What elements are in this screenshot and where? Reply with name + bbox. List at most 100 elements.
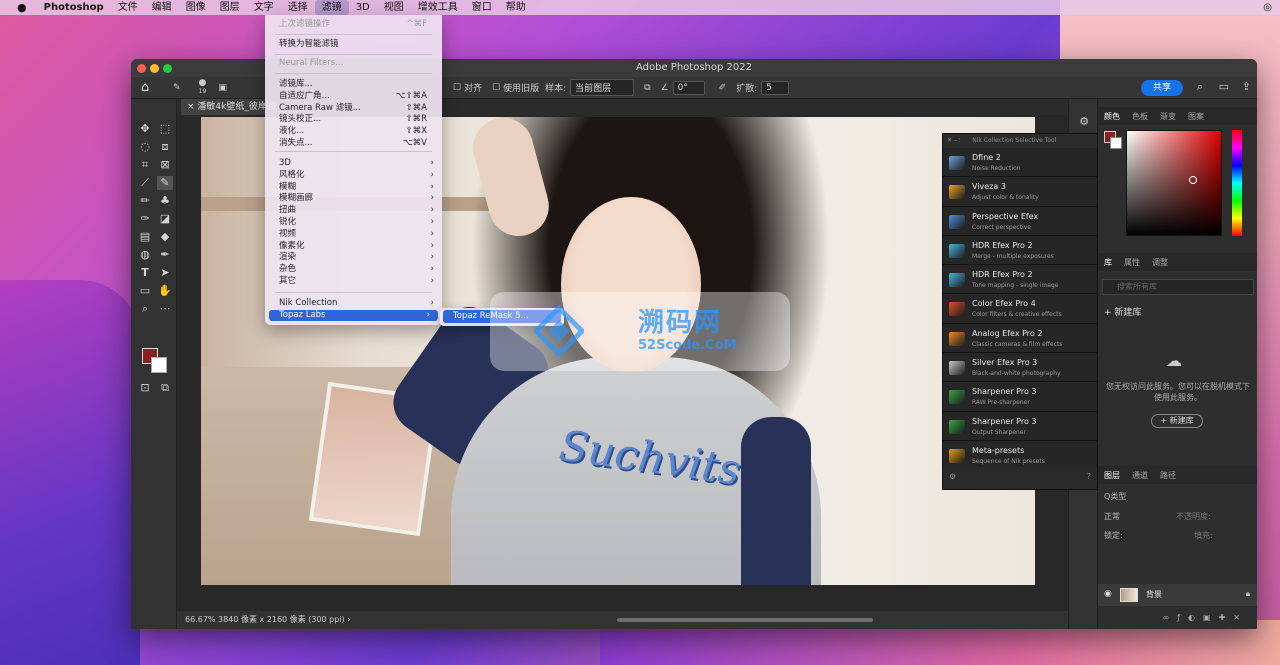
menu-item-submenu[interactable]: 扭曲 › xyxy=(265,205,442,216)
layers-footer-icons[interactable]: ∞ƒ◐▣✚✕ xyxy=(1098,613,1257,627)
crop-tool-icon[interactable]: ⌗ xyxy=(137,158,153,172)
menu-item-topaz-labs[interactable]: Topaz Labs › xyxy=(269,310,438,321)
tab-layers[interactable]: 图层 xyxy=(1098,470,1126,481)
zoom-window-button[interactable] xyxy=(163,64,172,73)
more-tools-icon[interactable]: ⋯ xyxy=(157,302,173,316)
menu-item-filter[interactable]: 自适应广角... ⌥⇧⌘A xyxy=(265,91,442,102)
menu-edit[interactable]: 编辑 xyxy=(145,0,179,15)
share-button[interactable]: 共享 xyxy=(1141,80,1183,96)
menu-item-submenu[interactable]: 渲染 › xyxy=(265,252,442,263)
menu-item-submenu[interactable]: 杂色 › xyxy=(265,264,442,275)
menu-item-submenu[interactable]: 模糊画廊 › xyxy=(265,193,442,204)
menu-item-nik-collection[interactable]: Nik Collection › xyxy=(265,298,442,309)
menu-item-filter[interactable]: 液化... ⇧⌘X xyxy=(265,126,442,137)
home-icon[interactable]: ⌂ xyxy=(141,80,161,95)
history-brush-icon[interactable]: ✑ xyxy=(137,212,153,226)
nik-tool-item[interactable]: Analog Efex Pro 2 Classic cameras & film … xyxy=(943,323,1097,354)
menu-item-convert-smart-filter[interactable]: 转换为智能滤镜 xyxy=(265,39,442,50)
layer-filter-select[interactable]: Q类型 xyxy=(1104,491,1126,502)
path-select-tool-icon[interactable]: ➤ xyxy=(157,266,173,280)
color-picker-cursor[interactable] xyxy=(1189,176,1197,184)
frame-tool-icon[interactable]: ⊠ xyxy=(157,158,173,172)
tab-properties[interactable]: 属性 xyxy=(1118,257,1146,268)
menu-plugins[interactable]: 增效工具 xyxy=(411,0,465,15)
zoom-tool-icon[interactable]: ⌕ xyxy=(137,302,153,316)
search-icon[interactable]: ⌕ xyxy=(1197,80,1203,94)
menu-layer[interactable]: 图层 xyxy=(213,0,247,15)
nik-settings-icon[interactable]: ⚙ xyxy=(949,472,956,481)
nik-tool-item[interactable]: Sharpener Pro 3 RAW Pre-sharpener xyxy=(943,382,1097,412)
menu-file[interactable]: 文件 xyxy=(111,0,145,15)
move-tool-icon[interactable]: ✥ xyxy=(137,122,153,136)
use-legacy-checkbox[interactable]: ☐ xyxy=(492,83,500,93)
menu-3d[interactable]: 3D xyxy=(349,0,377,15)
menu-item-submenu[interactable]: 锐化 › xyxy=(265,217,442,228)
align-checkbox[interactable]: ☐ xyxy=(453,83,461,93)
nik-tool-item[interactable]: HDR Efex Pro 2 Tone mapping - single imag… xyxy=(943,265,1097,295)
angle-input[interactable]: 0° xyxy=(672,80,705,95)
nik-panel-controls[interactable]: ✕ – ⫶ xyxy=(947,137,960,144)
menu-item-submenu[interactable]: 模糊 › xyxy=(265,182,442,193)
menu-item-filter[interactable]: 镜头校正... ⇧⌘R xyxy=(265,114,442,125)
layer-row[interactable]: ◉ 背景 🔒︎ xyxy=(1098,584,1257,606)
pen-tool-icon[interactable]: ✒ xyxy=(157,248,173,262)
menu-item-filter[interactable]: 消失点... ⌥⌘V xyxy=(265,138,442,149)
tab-swatches[interactable]: 色板 xyxy=(1126,111,1154,122)
tab-channels[interactable]: 通道 xyxy=(1126,470,1154,481)
sample-select[interactable]: 当前图层 xyxy=(570,79,635,96)
brush-preset-picker[interactable]: ● 19 xyxy=(199,79,207,96)
menu-item-filter[interactable]: Camera Raw 滤镜... ⇧⌘A xyxy=(265,103,442,114)
apple-icon[interactable]: ● xyxy=(10,0,37,15)
new-library-button[interactable]: + 新建库 xyxy=(1151,414,1203,428)
menu-window[interactable]: 窗口 xyxy=(465,0,499,15)
pressure-icon[interactable]: ✐ xyxy=(719,83,727,93)
menu-type[interactable]: 文字 xyxy=(247,0,281,15)
menu-item-submenu[interactable]: 风格化 › xyxy=(265,170,442,181)
tab-patterns[interactable]: 图案 xyxy=(1182,111,1210,122)
nik-tool-item[interactable]: Color Efex Pro 4 Color filters & creative… xyxy=(943,294,1097,324)
tab-adjustments[interactable]: 调整 xyxy=(1146,257,1174,268)
nik-tool-item[interactable]: Perspective Efex Correct perspective xyxy=(943,206,1097,236)
healing-tool-icon[interactable]: ✎ xyxy=(157,176,173,190)
color-picker-field[interactable] xyxy=(1126,130,1222,236)
menu-select[interactable]: 选择 xyxy=(281,0,315,15)
menu-item-submenu[interactable]: 其它 › xyxy=(265,276,442,287)
tab-libraries[interactable]: 库 xyxy=(1098,257,1118,268)
object-select-tool-icon[interactable]: ⧈ xyxy=(157,140,173,154)
nik-tool-item[interactable]: Silver Efex Pro 3 Black-and-white photogr… xyxy=(943,353,1097,383)
hue-slider[interactable] xyxy=(1232,130,1242,236)
menu-view[interactable]: 视图 xyxy=(377,0,411,15)
nik-tool-item[interactable]: Meta-presets Sequence of Nik presets xyxy=(943,440,1097,471)
close-tab-icon[interactable]: × xyxy=(187,102,195,112)
nik-tool-item[interactable]: Dfine 2 Noise Reduction xyxy=(943,148,1097,178)
workspace-icon[interactable]: ▭ xyxy=(1219,80,1229,93)
menu-item-neural-filters[interactable]: Neural Filters... xyxy=(265,58,442,69)
minimize-window-button[interactable] xyxy=(150,64,159,73)
stamp-tool-icon[interactable]: ♣ xyxy=(157,194,173,208)
nik-tool-item[interactable]: Viveza 3 Adjust color & tonality xyxy=(943,177,1097,207)
brush-settings-icon[interactable]: ▣ xyxy=(218,83,227,93)
menu-image[interactable]: 图像 xyxy=(179,0,213,15)
diffusion-select[interactable]: 5 xyxy=(761,80,790,95)
type-tool-icon[interactable]: T xyxy=(137,266,153,280)
tab-paths[interactable]: 路径 xyxy=(1154,470,1182,481)
brush-tool-icon[interactable]: ✏ xyxy=(137,194,153,208)
blend-mode-select[interactable]: 正常 xyxy=(1104,511,1120,522)
menu-item-submenu[interactable]: 像素化 › xyxy=(265,241,442,252)
horizontal-scrollbar[interactable] xyxy=(617,618,873,622)
gradient-tool-icon[interactable]: ▤ xyxy=(137,230,153,244)
nik-help-icon[interactable]: ? xyxy=(1087,472,1091,481)
background-color-swatch[interactable] xyxy=(151,357,167,373)
nik-tool-item[interactable]: Sharpener Pro 3 Output Sharpener xyxy=(943,411,1097,441)
new-library-link[interactable]: + 新建库 xyxy=(1104,305,1141,318)
menu-filter[interactable]: 滤镜 xyxy=(314,0,349,15)
close-window-button[interactable] xyxy=(137,64,146,73)
eraser-tool-icon[interactable]: ◪ xyxy=(157,212,173,226)
marquee-tool-icon[interactable]: ⬚ xyxy=(157,122,173,136)
hand-tool-icon[interactable]: ✋ xyxy=(157,284,173,298)
blur-tool-icon[interactable]: ◆ xyxy=(157,230,173,244)
visibility-eye-icon[interactable]: ◉ xyxy=(1104,589,1112,599)
library-search-input[interactable]: 搜索所有库 xyxy=(1102,279,1254,295)
lasso-tool-icon[interactable]: ◌ xyxy=(137,140,153,154)
export-icon[interactable]: ⇪ xyxy=(1242,80,1251,93)
